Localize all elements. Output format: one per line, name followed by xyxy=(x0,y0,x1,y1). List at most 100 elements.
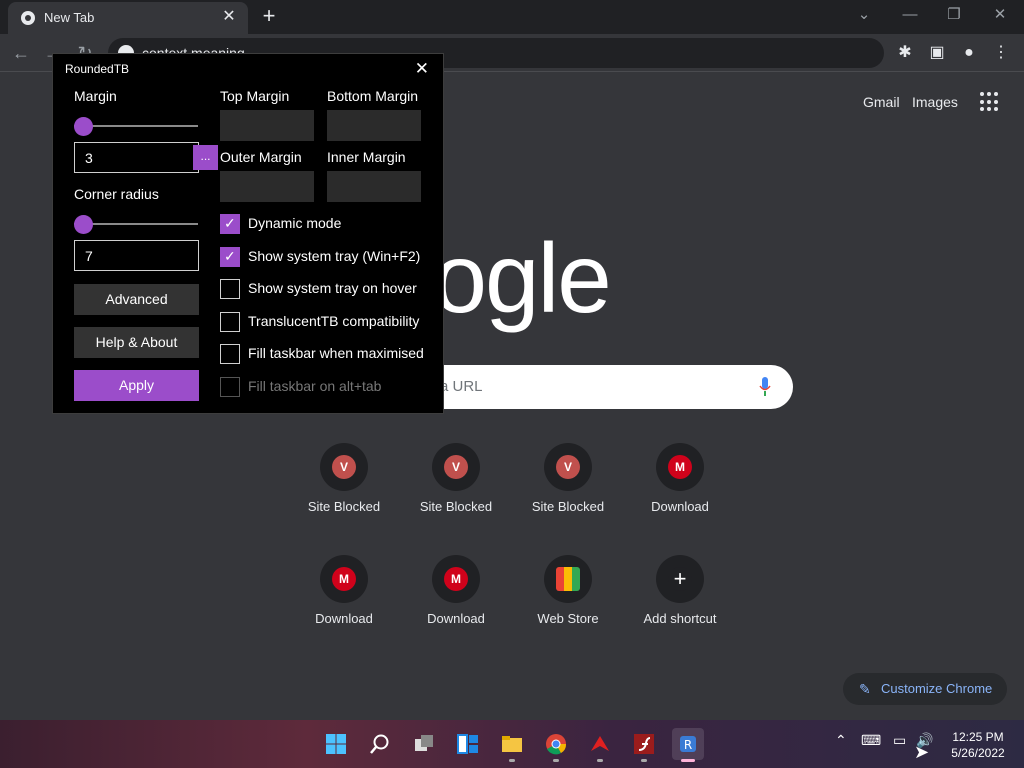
widgets-icon xyxy=(457,734,478,754)
corner-radius-input[interactable]: 7 xyxy=(74,240,199,271)
help-about-button[interactable]: Help & About xyxy=(74,327,199,358)
tab-close-icon[interactable]: ✕ xyxy=(220,8,238,26)
inner-margin-input[interactable] xyxy=(327,171,421,202)
checkmark-icon: ✓ xyxy=(224,247,236,264)
pdf-app-button[interactable] xyxy=(584,728,616,762)
shortcut-tile[interactable]: V Site Blocked xyxy=(512,443,624,555)
images-link[interactable]: Images xyxy=(912,94,958,110)
shortcut-icon: M xyxy=(656,443,704,491)
customize-chrome-button[interactable]: ✎ Customize Chrome xyxy=(843,673,1007,705)
shortcut-glyph: M xyxy=(668,455,692,479)
outer-margin-input[interactable] xyxy=(220,171,314,202)
margin-more-button[interactable]: ... xyxy=(193,145,218,170)
checkmark-icon: ✓ xyxy=(224,215,236,231)
gmail-link[interactable]: Gmail xyxy=(863,94,900,110)
option-label[interactable]: Dynamic mode xyxy=(248,215,341,231)
bottom-margin-input[interactable] xyxy=(327,110,421,141)
new-tab-button[interactable]: + xyxy=(258,5,280,28)
clock-time: 12:25 PM xyxy=(952,730,1004,744)
back-icon[interactable]: ← xyxy=(10,42,32,64)
option-label[interactable]: Show system tray (Win+F2) xyxy=(248,248,420,264)
shortcut-label: Download xyxy=(315,611,373,626)
option-checkbox[interactable] xyxy=(220,279,240,299)
shortcut-tile[interactable]: V Site Blocked xyxy=(288,443,400,555)
shortcut-label: Web Store xyxy=(537,611,599,626)
dialog-close-icon[interactable]: ✕ xyxy=(415,59,429,79)
search-placeholder: a URL xyxy=(440,378,483,395)
shortcut-label: Add shortcut xyxy=(643,611,717,626)
shortcut-tile[interactable]: Web Store xyxy=(512,555,624,667)
extensions-icon[interactable]: ✱ xyxy=(894,42,916,64)
inner-margin-label: Inner Margin xyxy=(327,149,406,165)
roundedtb-taskbar-button[interactable]: R xyxy=(672,728,704,762)
widgets-button[interactable] xyxy=(452,728,484,760)
margin-slider[interactable] xyxy=(74,117,198,136)
shortcut-label: Site Blocked xyxy=(307,499,381,514)
roundedtb-icon: R xyxy=(680,736,696,752)
task-view-button[interactable] xyxy=(408,728,440,760)
close-window-button[interactable]: ✕ xyxy=(986,4,1014,26)
corner-radius-slider-knob[interactable] xyxy=(74,215,93,234)
apps-grid-icon[interactable] xyxy=(980,92,1000,112)
shortcut-glyph: M xyxy=(332,567,356,591)
option-checkbox xyxy=(220,376,240,397)
taskbar-clock[interactable]: 12:25 PM 5/26/2022 xyxy=(946,729,1010,761)
file-explorer-button[interactable] xyxy=(496,728,528,762)
shortcut-label: Site Blocked xyxy=(531,499,605,514)
folder-icon xyxy=(502,736,522,752)
shortcut-label: Site Blocked xyxy=(419,499,493,514)
flash-icon xyxy=(634,734,654,754)
shortcut-tile[interactable]: M Download xyxy=(400,555,512,667)
option-checkbox[interactable]: ✓ xyxy=(220,214,240,234)
margin-value: 3 xyxy=(85,150,93,166)
flash-app-button[interactable] xyxy=(628,728,660,762)
microphone-icon[interactable] xyxy=(759,377,771,397)
shortcut-glyph: V xyxy=(332,455,356,479)
clock-date: 5/26/2022 xyxy=(951,746,1005,760)
shortcut-label: Download xyxy=(651,499,709,514)
task-view-icon xyxy=(415,735,433,751)
chrome-icon xyxy=(21,11,35,25)
show-hidden-icons-chevron-icon[interactable]: ⌃ xyxy=(835,732,847,749)
pencil-icon: ✎ xyxy=(859,681,871,697)
option-label[interactable]: TranslucentTB compatibility xyxy=(248,313,419,329)
roundedtb-dialog: RoundedTB ✕ Margin 3 ... Corner radius 7… xyxy=(52,53,444,414)
start-button[interactable] xyxy=(320,728,352,760)
side-panel-icon[interactable]: ▣ xyxy=(926,42,948,64)
network-icon[interactable]: ▭ xyxy=(893,732,906,749)
option-checkbox[interactable]: ✓ xyxy=(220,246,240,267)
tab-new-tab[interactable]: New Tab ✕ xyxy=(8,2,248,34)
advanced-button[interactable]: Advanced xyxy=(74,284,199,315)
keyboard-icon[interactable]: ⌨ xyxy=(861,732,881,749)
shortcut-icon: V xyxy=(432,443,480,491)
tab-search-icon[interactable]: ⌄ xyxy=(850,4,878,26)
taskbar-search-button[interactable] xyxy=(364,728,396,760)
outer-margin-label: Outer Margin xyxy=(220,149,302,165)
top-margin-input[interactable] xyxy=(220,110,314,141)
profile-icon[interactable]: ● xyxy=(958,42,980,64)
shortcut-tile[interactable]: M Download xyxy=(288,555,400,667)
shortcut-tile[interactable]: V Site Blocked xyxy=(400,443,512,555)
corner-radius-value: 7 xyxy=(85,248,93,264)
shortcut-glyph: V xyxy=(444,455,468,479)
menu-icon[interactable]: ⋮ xyxy=(990,42,1012,64)
shortcut-glyph xyxy=(556,567,580,591)
option-label[interactable]: Fill taskbar when maximised xyxy=(248,345,424,361)
mouse-cursor-icon: ➤ xyxy=(914,742,930,762)
restore-button[interactable]: ❐ xyxy=(940,4,968,26)
shortcut-tile[interactable]: + Add shortcut xyxy=(624,555,736,667)
shortcut-glyph: V xyxy=(556,455,580,479)
shortcut-tile[interactable]: M Download xyxy=(624,443,736,555)
margin-slider-knob[interactable] xyxy=(74,117,93,136)
option-label[interactable]: Show system tray on hover xyxy=(248,280,417,296)
shortcut-label: Download xyxy=(427,611,485,626)
chrome-taskbar-button[interactable] xyxy=(540,728,572,762)
tab-title: New Tab xyxy=(44,10,95,25)
corner-radius-slider[interactable] xyxy=(74,215,198,234)
option-checkbox[interactable] xyxy=(220,311,240,332)
shortcut-glyph: M xyxy=(444,567,468,591)
margin-input[interactable]: 3 ... xyxy=(74,142,218,173)
apply-button[interactable]: Apply xyxy=(74,370,199,401)
minimize-button[interactable]: — xyxy=(896,4,924,26)
option-checkbox[interactable] xyxy=(220,344,240,364)
